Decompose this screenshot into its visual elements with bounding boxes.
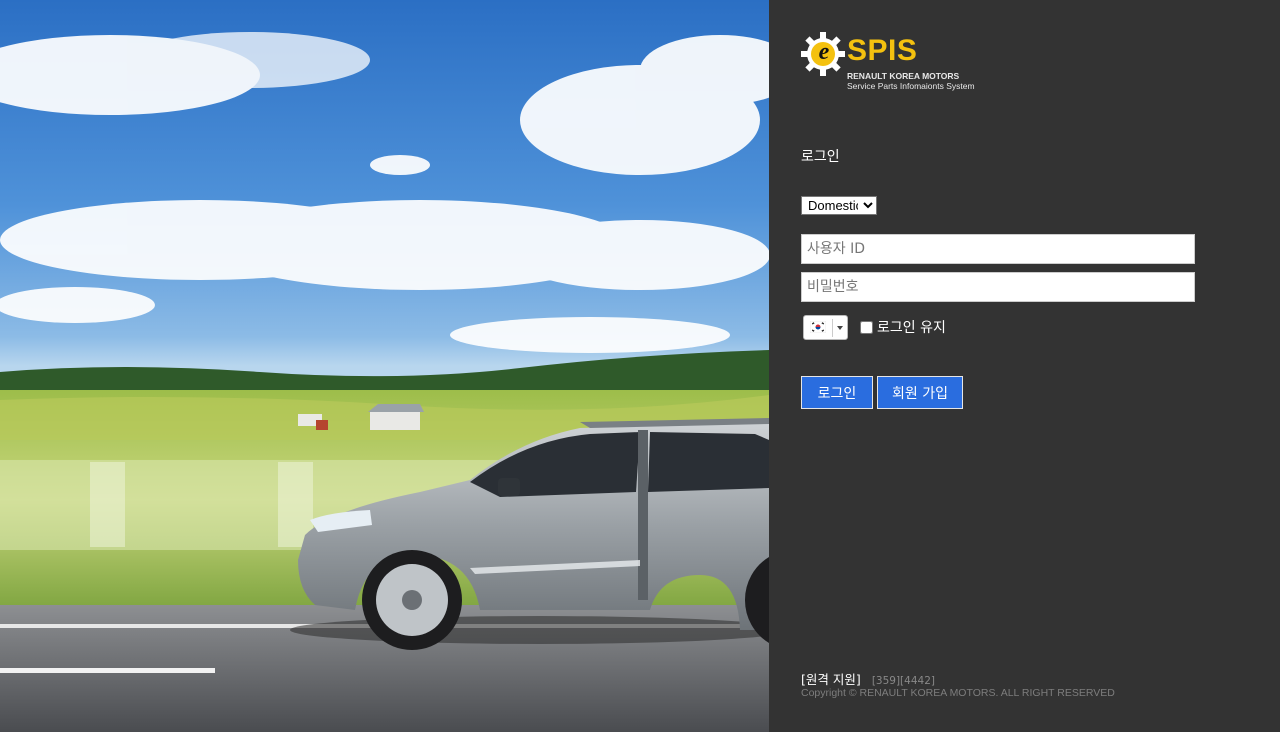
remote-support-link[interactable]: [원격 지원] xyxy=(801,672,861,687)
language-dropdown[interactable] xyxy=(803,315,848,340)
remember-login[interactable]: 로그인 유지 xyxy=(860,319,946,336)
logo-letter: e xyxy=(818,39,830,65)
user-id-input[interactable] xyxy=(801,234,1195,264)
chevron-down-icon[interactable] xyxy=(837,326,843,330)
korea-flag-icon xyxy=(810,321,826,333)
password-input[interactable] xyxy=(801,272,1195,302)
login-button[interactable]: 로그인 xyxy=(801,376,873,409)
region-select[interactable]: Domestic xyxy=(801,196,877,215)
page-title: 로그인 xyxy=(801,149,840,165)
remember-login-checkbox[interactable] xyxy=(860,320,873,334)
login-panel: e SPIS RENAULT KOREA MOTORS Service Part… xyxy=(769,0,1280,732)
hero-illustration xyxy=(0,32,769,732)
copyright-text: Copyright © RENAULT KOREA MOTORS. ALL RI… xyxy=(801,687,1115,699)
hero-image xyxy=(0,0,769,732)
logo-company-name: RENAULT KOREA MOTORS xyxy=(847,71,960,81)
signup-button[interactable]: 회원 가입 xyxy=(877,376,963,409)
logo-system-name: Service Parts Infomaionts System xyxy=(847,81,975,91)
espis-logo: e SPIS RENAULT KOREA MOTORS Service Part… xyxy=(801,32,1001,94)
remote-support-codes: [359][4442] xyxy=(871,675,935,687)
remember-login-label: 로그인 유지 xyxy=(877,320,946,336)
remote-support: [원격 지원] [359][4442] xyxy=(801,669,935,688)
language-divider xyxy=(832,319,833,337)
logo-wordmark: SPIS xyxy=(847,34,918,67)
